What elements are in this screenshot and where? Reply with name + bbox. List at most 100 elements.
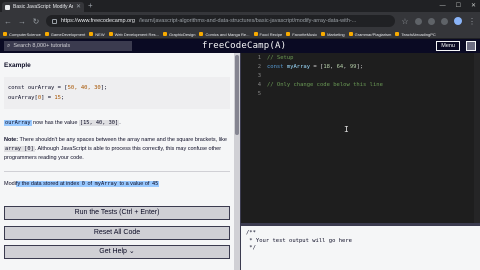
inline-code: 45 — [150, 181, 160, 187]
variable-token: myArray — [283, 64, 311, 70]
test-output-pane: /** * Your test output will go here */ — [241, 226, 480, 270]
menu-button[interactable]: Menu — [436, 41, 460, 51]
note-label: Note: — [4, 137, 19, 143]
lock-icon — [52, 18, 57, 24]
bookmark-item[interactable]: Grammar/Plagiarism — [348, 32, 391, 37]
folder-icon — [89, 32, 94, 36]
instructions-pane: Example const ourArray = [50, 40, 30]; o… — [0, 53, 240, 270]
tab-title: Basic JavaScript: Modify Arra... — [13, 4, 73, 10]
task-description: Modify the data stored at index 0 of myA… — [4, 180, 230, 189]
bookmark-item[interactable]: Marketing — [321, 32, 345, 37]
line-number: 4 — [257, 82, 261, 88]
folder-icon — [3, 32, 7, 36]
bookmark-item[interactable]: Food Recipe — [253, 32, 282, 37]
inline-code: [15, 40, 30] — [78, 120, 120, 126]
paragraph-text: now has the value — [31, 120, 79, 126]
browser-toolbar: ← → ↻ https://www.freecodecamp.org /lear… — [0, 12, 480, 30]
example-heading: Example — [4, 62, 31, 69]
inline-code: array [0] — [4, 146, 35, 152]
number-token: 18 — [323, 64, 330, 70]
bookmark-item[interactable]: Web Development Res... — [108, 32, 159, 37]
bookmark-item[interactable]: GameDevelopment — [44, 32, 85, 37]
address-bar[interactable]: https://www.freecodecamp.org /learn/java… — [46, 15, 395, 27]
bookmarks-bar: ComputerScience GameDevelopment NEW Web … — [0, 30, 480, 39]
profile-avatar-icon[interactable] — [454, 17, 462, 25]
url-path: /learn/javascript-algorithms-and-data-st… — [138, 18, 357, 24]
fcc-logo[interactable]: freeCodeCamp(A) — [202, 40, 286, 52]
scrollbar-thumb[interactable] — [235, 55, 239, 135]
folder-icon — [163, 32, 167, 36]
search-input[interactable]: ⌕ Search 8,000+ tutorials — [4, 41, 132, 51]
code-text: ] = — [41, 95, 55, 101]
code-line: // Only change code below this line — [267, 82, 383, 88]
paragraph-text: . — [119, 120, 121, 126]
code-line: const myArray = [18, 64, 99]; — [267, 63, 363, 72]
bookmark-item[interactable]: GraphicDesign — [163, 32, 195, 37]
punctuation-token: ]; — [356, 64, 364, 70]
search-placeholder: Search 8,000+ tutorials — [13, 43, 71, 49]
code-number: 15 — [54, 95, 61, 101]
paragraph-text: . Although JavaScript is able to process… — [4, 146, 222, 161]
extension-icon[interactable] — [428, 17, 435, 25]
fcc-favicon-icon — [5, 4, 10, 10]
code-editor[interactable]: 1 2 3 4 5 // Setup const myArray = [18, … — [241, 53, 480, 223]
bookmark-item[interactable]: ComputerScience — [3, 32, 41, 37]
result-paragraph: ourArray now has the value [15, 40, 30]. — [4, 119, 230, 128]
new-tab-icon[interactable]: + — [88, 1, 93, 11]
browser-tab-bar: Basic JavaScript: Modify Arra... ✕ + — ☐… — [0, 0, 480, 12]
line-number: 3 — [257, 73, 261, 79]
punctuation-token: = [ — [310, 64, 324, 70]
search-icon: ⌕ — [7, 43, 11, 49]
task-text: Modi — [4, 181, 16, 187]
example-code-block: const ourArray = [50, 40, 30]; ourArray[… — [4, 77, 230, 109]
reset-code-button[interactable]: Reset All Code — [4, 226, 230, 240]
bookmark-item[interactable]: Comics and Manga Re... — [199, 32, 250, 37]
back-icon[interactable]: ← — [4, 17, 12, 26]
folder-icon — [253, 32, 258, 36]
code-text: ; — [61, 95, 65, 101]
divider — [4, 171, 230, 172]
inline-code: ourArray — [4, 120, 32, 126]
fcc-navbar: ⌕ Search 8,000+ tutorials freeCodeCamp(A… — [0, 39, 480, 53]
code-line: // Setup — [267, 55, 294, 61]
bookmark-item[interactable]: TeachAbroadingPC — [395, 32, 436, 37]
punctuation-token: , — [343, 64, 350, 70]
window-close-icon[interactable]: ✕ — [471, 0, 476, 12]
inline-code: myArray — [93, 181, 118, 187]
reload-icon[interactable]: ↻ — [32, 17, 40, 26]
task-text-selected: fy the data stored at index — [15, 181, 81, 187]
text-cursor-icon: I — [344, 125, 349, 134]
get-help-button[interactable]: Get Help ⌄ — [4, 245, 230, 259]
run-tests-button[interactable]: Run the Tests (Ctrl + Enter) — [4, 206, 230, 220]
line-number: 5 — [257, 91, 261, 97]
instructions-content: Example const ourArray = [50, 40, 30]; o… — [0, 53, 234, 193]
window-controls: — ☐ ✕ — [440, 0, 476, 12]
url-host: https://www.freecodecamp.org — [61, 18, 135, 24]
bookmark-star-icon[interactable]: ☆ — [401, 17, 409, 26]
paragraph-text: There shouldn't be any spaces between th… — [18, 137, 227, 143]
punctuation-token: , — [329, 64, 337, 70]
browser-tab[interactable]: Basic JavaScript: Modify Arra... ✕ — [2, 2, 84, 12]
folder-icon — [348, 32, 353, 36]
code-text: ourArray[ — [8, 95, 38, 101]
forward-icon[interactable]: → — [18, 17, 26, 26]
editor-scrollbar[interactable] — [474, 53, 480, 223]
folder-icon — [108, 32, 113, 36]
folder-icon — [44, 32, 49, 36]
keyword-token: const — [267, 64, 284, 70]
extension-icon[interactable] — [441, 17, 448, 25]
extension-icon[interactable] — [415, 17, 422, 25]
maximize-icon[interactable]: ☐ — [456, 0, 461, 12]
minimize-icon[interactable]: — — [440, 0, 446, 12]
note-paragraph: Note: There shouldn't be any spaces betw… — [4, 136, 230, 163]
user-avatar[interactable] — [466, 41, 476, 51]
bookmark-item[interactable]: FavoriteMusic — [286, 32, 317, 37]
folder-icon — [286, 32, 291, 36]
browser-menu-icon[interactable]: ⋮ — [468, 17, 476, 26]
task-text-selected: to a value of — [117, 181, 151, 187]
task-text-selected: of — [85, 181, 94, 187]
bookmark-item[interactable]: NEW — [89, 32, 105, 37]
line-number: 2 — [257, 64, 261, 70]
code-text: ]; — [100, 85, 108, 91]
close-icon[interactable]: ✕ — [76, 4, 81, 10]
